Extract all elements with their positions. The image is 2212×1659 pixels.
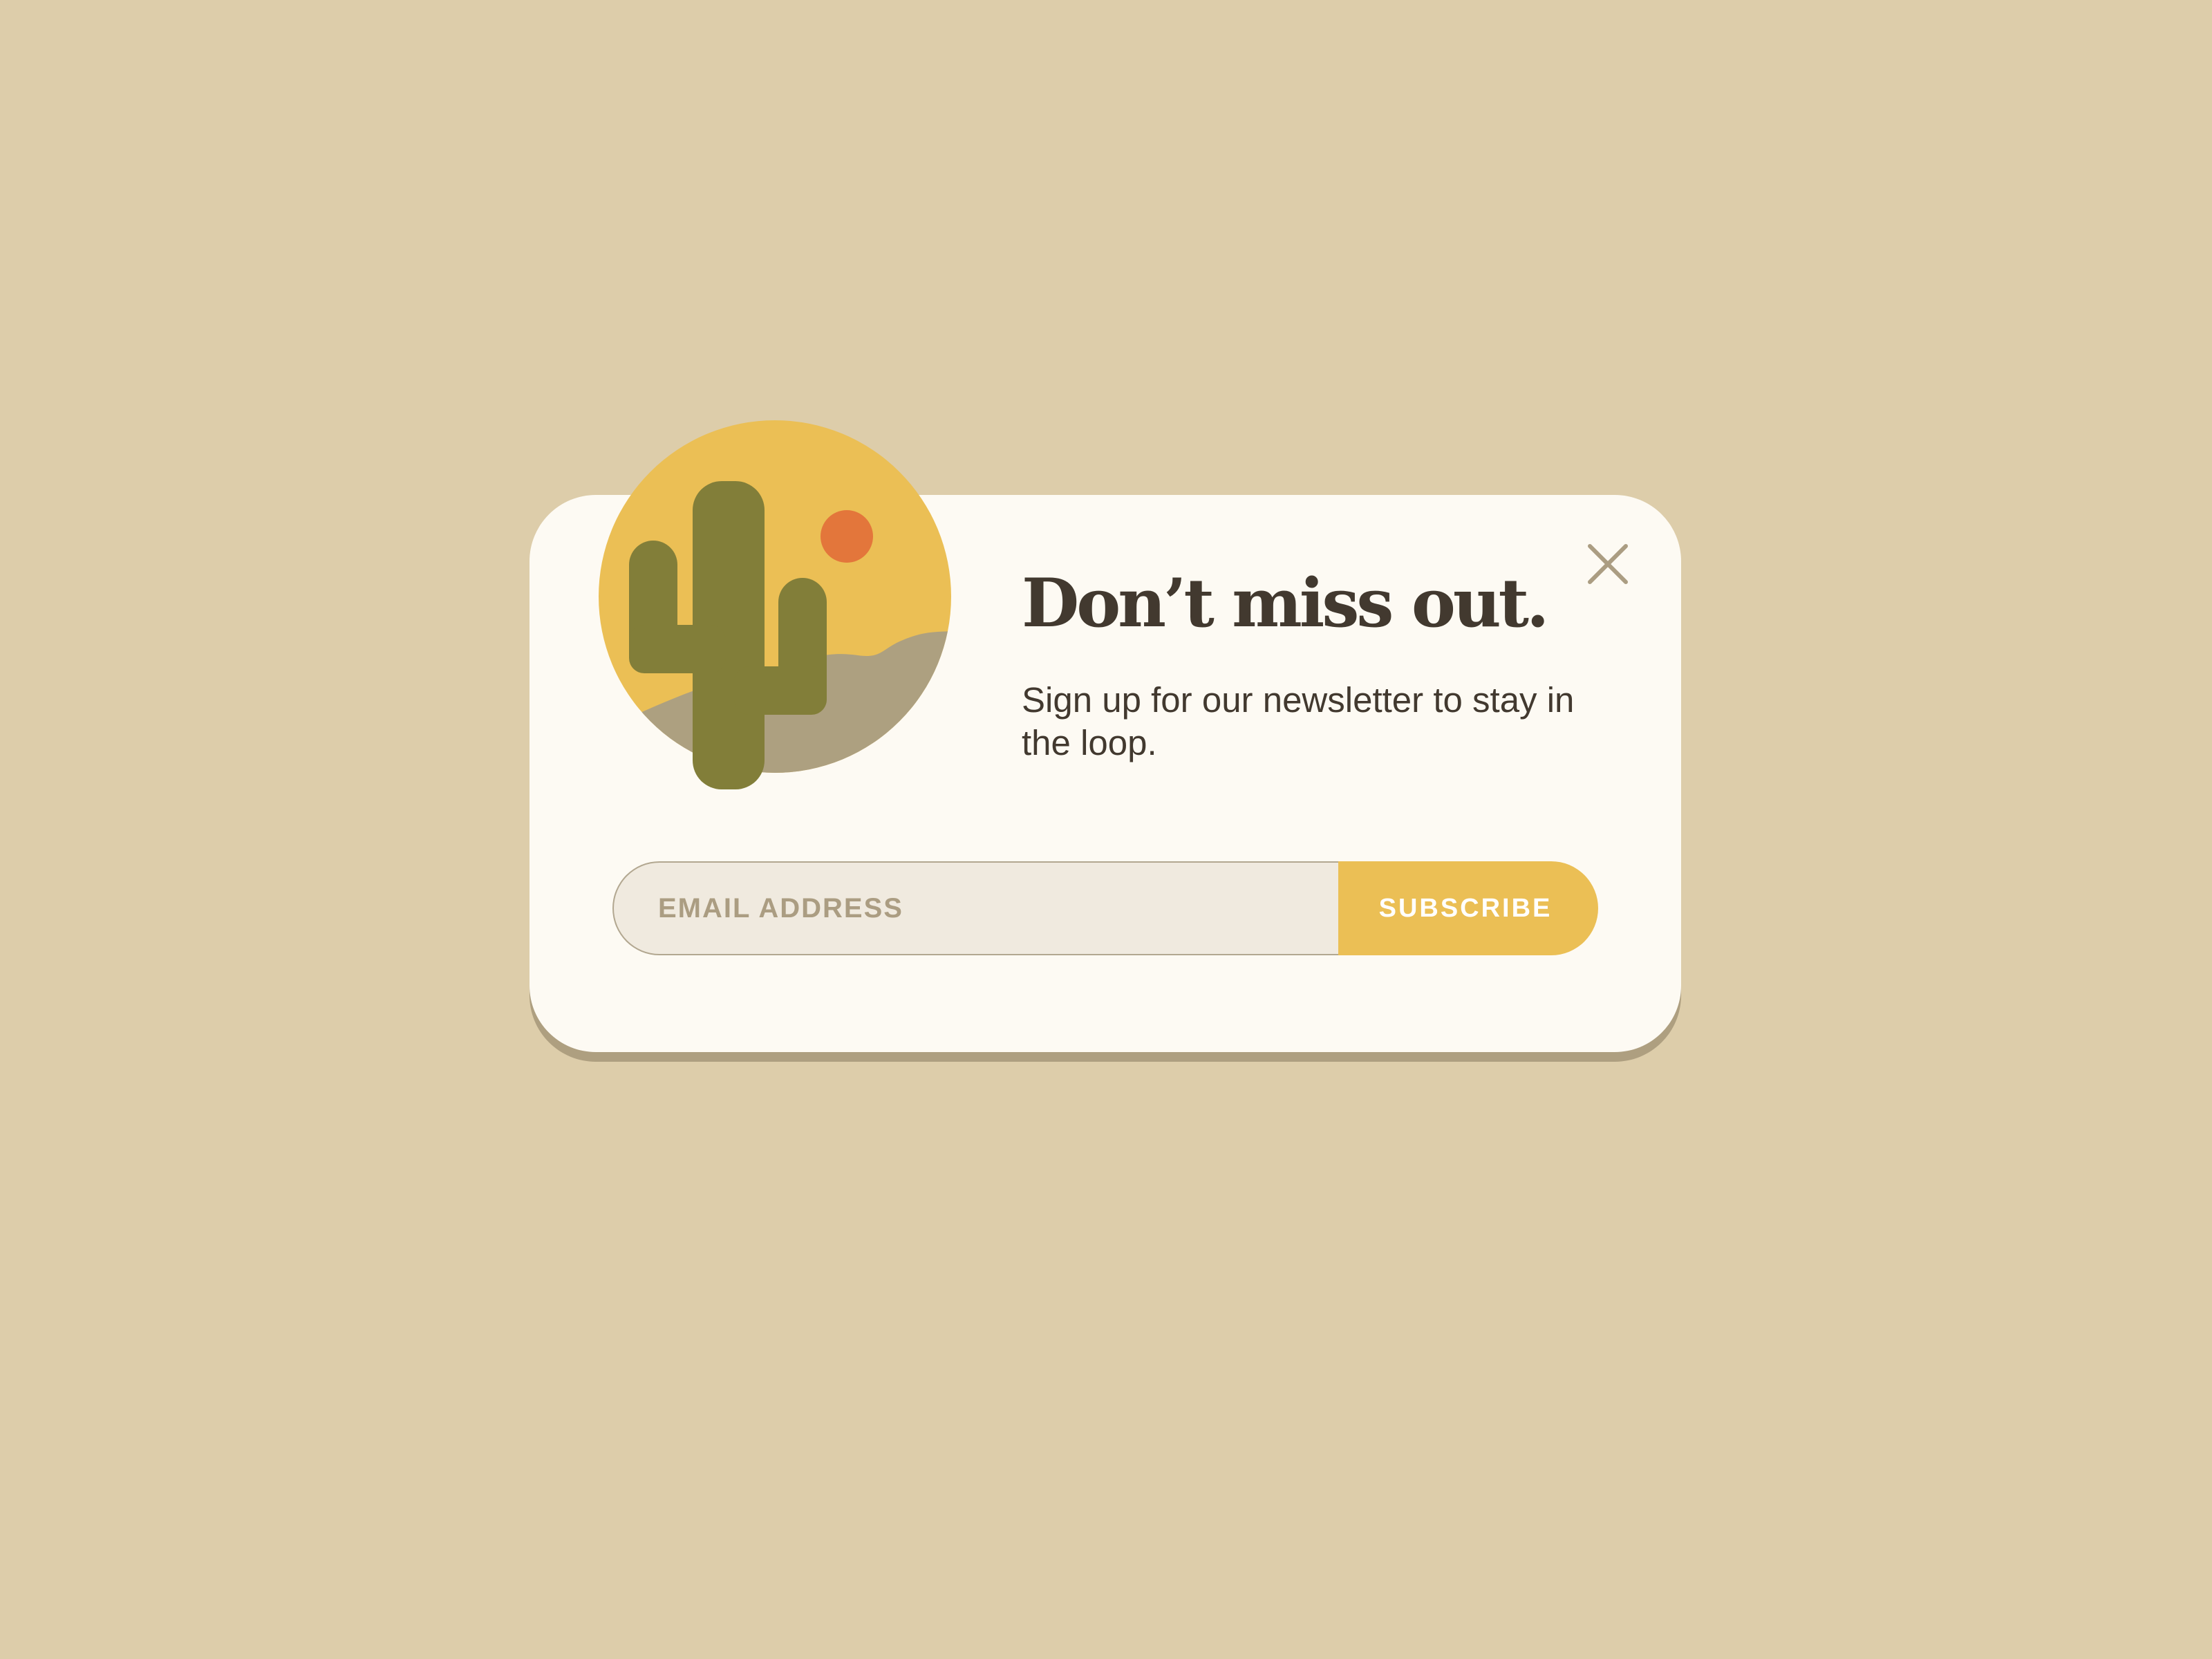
- subscribe-button[interactable]: SUBSCRIBE: [1338, 861, 1598, 955]
- email-input[interactable]: [612, 861, 1340, 955]
- subscribe-form: SUBSCRIBE: [612, 861, 1598, 955]
- close-icon: [1588, 544, 1628, 584]
- popup-subtitle: Sign up for our newsletter to stay in th…: [1022, 680, 1575, 762]
- sun: [821, 510, 873, 563]
- cactus-desert-illustration: [599, 420, 951, 789]
- popup-title: Don’t miss out.: [1022, 564, 1549, 642]
- close-button[interactable]: [1583, 539, 1633, 589]
